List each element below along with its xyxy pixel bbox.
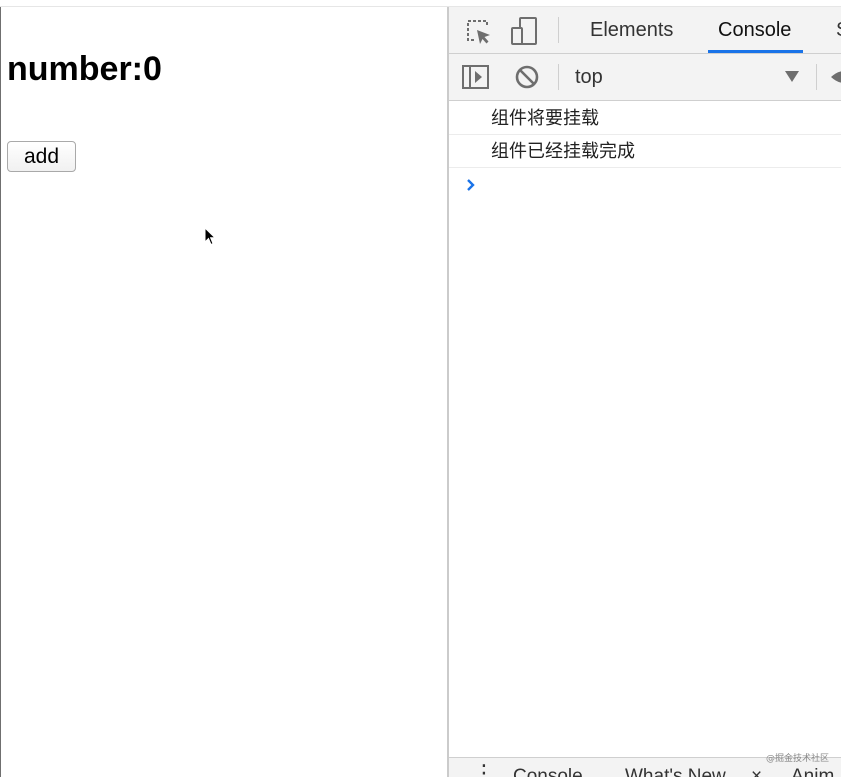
toolbar-separator (816, 64, 817, 90)
chevron-down-icon[interactable] (785, 71, 799, 82)
devtools-panel: Elements Console S top 组件将要挂载 组件已经挂载完成 ⋮… (449, 7, 841, 777)
tab-elements[interactable]: Elements (590, 7, 673, 53)
mouse-cursor-icon (204, 227, 216, 246)
drawer-menu-icon[interactable]: ⋮ (473, 760, 495, 777)
console-message: 组件已经挂载完成 (449, 135, 841, 168)
context-selector[interactable]: top (575, 54, 603, 100)
device-toolbar-icon[interactable] (509, 16, 539, 46)
close-icon[interactable]: × (751, 766, 762, 777)
drawer-tab-console[interactable]: Console (513, 766, 583, 777)
add-button[interactable]: add (7, 141, 76, 172)
tab-sources[interactable]: S (836, 7, 841, 53)
console-log-list: 组件将要挂载 组件已经挂载完成 (449, 102, 841, 168)
console-toolbar: top (449, 54, 841, 101)
prompt-chevron-icon (467, 179, 475, 191)
toolbar-separator (558, 17, 559, 43)
watermark: @掘金技术社区 (766, 754, 830, 764)
toolbar-separator (558, 64, 559, 90)
drawer-tab-animations[interactable]: Anim (791, 766, 834, 777)
console-message: 组件将要挂载 (449, 102, 841, 135)
sidebar-toggle-icon[interactable] (461, 62, 491, 92)
browser-top-edge (0, 0, 841, 7)
inspect-element-icon[interactable] (463, 16, 493, 46)
eye-icon[interactable] (829, 62, 841, 92)
clear-console-icon[interactable] (512, 62, 542, 92)
number-heading: number:0 (7, 50, 162, 88)
web-page: number:0 add (0, 7, 447, 777)
drawer-tab-whats-new[interactable]: What's New (625, 766, 726, 777)
devtools-tabbar: Elements Console S (449, 7, 841, 54)
tab-console[interactable]: Console (707, 7, 804, 53)
